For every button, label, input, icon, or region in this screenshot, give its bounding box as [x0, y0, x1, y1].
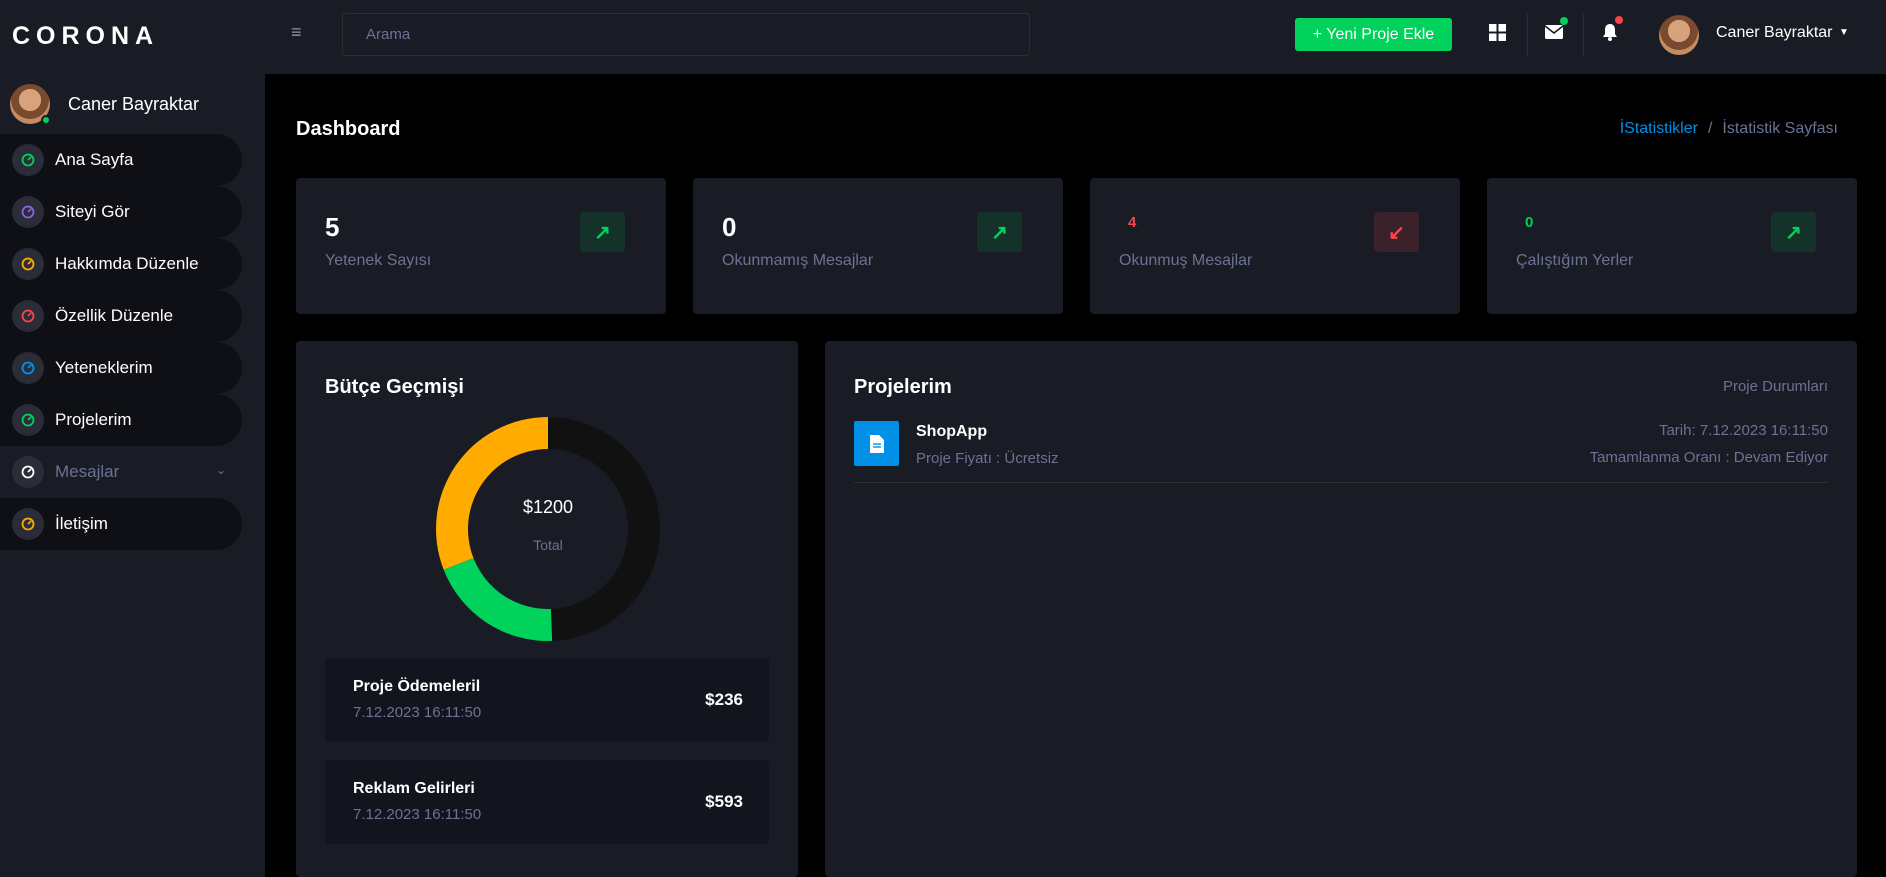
bell-icon[interactable] [1598, 16, 1623, 44]
stat-label: Yetenek Sayısı [325, 252, 432, 269]
document-icon [854, 421, 899, 466]
budget-donut-chart: $1200 Total [436, 417, 660, 641]
stat-card-yetenek: 5 Yetenek Sayısı ↗ [296, 178, 666, 314]
budget-card: Bütçe Geçmişi $1200 Total Proje Ödemeler… [296, 341, 798, 877]
breadcrumb-link[interactable]: İStatistikler [1620, 120, 1698, 138]
arrow-up-right-icon: ↗ [580, 212, 625, 252]
sidebar-item-label: Hakkımda Düzenle [55, 254, 199, 273]
sidebar-nav: Ana Sayfa Siteyi Gör Hakkımda Düzenle Öz… [0, 134, 242, 550]
donut-slice-1 [443, 558, 553, 641]
speedometer-icon [12, 456, 44, 488]
user-menu-name[interactable]: Caner Bayraktar [1716, 24, 1833, 42]
stat-value: 0 [1525, 214, 1534, 231]
stat-label: Çalıştığım Yerler [1516, 252, 1634, 269]
mail-icon[interactable] [1542, 17, 1568, 44]
sidebar-item-ozellik-duzenle[interactable]: Özellik Düzenle [0, 290, 242, 342]
grid-icon[interactable] [1485, 20, 1509, 44]
arrow-down-left-icon: ↙ [1374, 212, 1419, 252]
budget-item-title: Proje Ödemeleril [353, 678, 481, 695]
arrow-up-right-icon: ↗ [977, 212, 1022, 252]
list-item[interactable]: ShopApp Proje Fiyatı : Ücretsiz Tarih: 7… [854, 417, 1828, 483]
stat-label: Okunmuş Mesajlar [1119, 252, 1253, 269]
sidebar-item-label: İletişim [55, 514, 108, 533]
breadcrumb-separator: / [1707, 120, 1713, 137]
project-name[interactable]: ShopApp [916, 423, 987, 441]
project-price: Proje Fiyatı : Ücretsiz [916, 450, 1059, 467]
sidebar: CORONA Caner Bayraktar Ana Sayfa Siteyi … [0, 0, 265, 877]
stat-value: 5 [325, 212, 340, 242]
donut-slice-0 [548, 417, 660, 641]
list-item: Reklam Gelirleri 7.12.2023 16:11:50 $593 [325, 760, 769, 844]
stat-label: Okunmamış Mesajlar [722, 252, 874, 269]
sidebar-item-label: Yeteneklerim [55, 358, 153, 377]
mail-notification-dot [1560, 17, 1568, 25]
stat-card-calistigim: 0 Çalıştığım Yerler ↗ [1487, 178, 1857, 314]
online-status-icon [41, 115, 51, 125]
breadcrumb: İStatistikler / İstatistik Sayfası [1620, 120, 1838, 138]
budget-title: Bütçe Geçmişi [325, 376, 464, 398]
sidebar-item-yeteneklerim[interactable]: Yeteneklerim [0, 342, 242, 394]
speedometer-icon [12, 404, 44, 436]
top-navbar: ≡ + Yeni Proje Ekle Caner Bayraktar ▼ [265, 0, 1886, 74]
caret-down-icon[interactable]: ▼ [1839, 27, 1849, 38]
stat-card-okunmus: 4 Okunmuş Mesajlar ↙ [1090, 178, 1460, 314]
list-item: Proje Ödemeleril 7.12.2023 16:11:50 $236 [325, 658, 769, 742]
budget-item-amount: $593 [705, 792, 743, 811]
divider [1583, 14, 1584, 56]
speedometer-icon [12, 300, 44, 332]
avatar[interactable] [1659, 15, 1699, 55]
donut-svg [436, 417, 660, 641]
budget-item-date: 7.12.2023 16:11:50 [353, 806, 482, 823]
stat-card-okunmamis: 0 Okunmamış Mesajlar ↗ [693, 178, 1063, 314]
bell-notification-dot [1615, 16, 1623, 24]
sidebar-profile[interactable]: Caner Bayraktar [10, 84, 200, 125]
divider [1527, 14, 1528, 56]
sidebar-item-siteyi-gor[interactable]: Siteyi Gör [0, 186, 242, 238]
stat-value: 0 [722, 212, 737, 242]
speedometer-icon [12, 248, 44, 280]
sidebar-item-projelerim[interactable]: Projelerim [0, 394, 242, 446]
sidebar-item-hakkimda-duzenle[interactable]: Hakkımda Düzenle [0, 238, 242, 290]
menu-toggle-icon[interactable]: ≡ [291, 22, 302, 43]
donut-total-value: $1200 [522, 497, 574, 517]
speedometer-icon [12, 196, 44, 228]
speedometer-icon [12, 144, 44, 176]
page-title: Dashboard [296, 118, 401, 140]
brand-logo[interactable]: CORONA [12, 22, 159, 51]
sidebar-item-label: Siteyi Gör [55, 202, 130, 221]
sidebar-item-label: Projelerim [55, 410, 132, 429]
donut-total-label: Total [533, 537, 563, 553]
speedometer-icon [12, 352, 44, 384]
sidebar-item-iletisim[interactable]: İletişim [0, 498, 242, 550]
projects-status-header: Proje Durumları [1722, 378, 1828, 395]
projects-card: Projelerim Proje Durumları ShopApp Proje… [825, 341, 1857, 877]
budget-item-amount: $236 [705, 690, 743, 709]
search-input[interactable] [342, 13, 1030, 56]
new-project-button[interactable]: + Yeni Proje Ekle [1295, 18, 1452, 51]
project-status: Tamamlanma Oranı : Devam Ediyor [1589, 449, 1828, 466]
sidebar-item-mesajlar[interactable]: Mesajlar ⌄ [0, 446, 242, 498]
arrow-up-right-icon: ↗ [1771, 212, 1816, 252]
chevron-down-icon[interactable]: ⌄ [216, 463, 226, 477]
profile-name: Caner Bayraktar [68, 93, 200, 114]
project-date: Tarih: 7.12.2023 16:11:50 [1658, 422, 1828, 439]
sidebar-item-label: Özellik Düzenle [55, 306, 174, 325]
sidebar-item-label: Ana Sayfa [55, 150, 134, 169]
sidebar-item-label: Mesajlar [55, 462, 120, 481]
projects-title: Projelerim [854, 376, 952, 398]
budget-item-date: 7.12.2023 16:11:50 [353, 704, 482, 721]
budget-item-title: Reklam Gelirleri [353, 780, 475, 797]
avatar [10, 84, 51, 125]
sidebar-item-ana-sayfa[interactable]: Ana Sayfa [0, 134, 242, 186]
breadcrumb-current: İstatistik Sayfası [1722, 120, 1838, 137]
stat-value: 4 [1128, 214, 1137, 231]
speedometer-icon [12, 508, 44, 540]
